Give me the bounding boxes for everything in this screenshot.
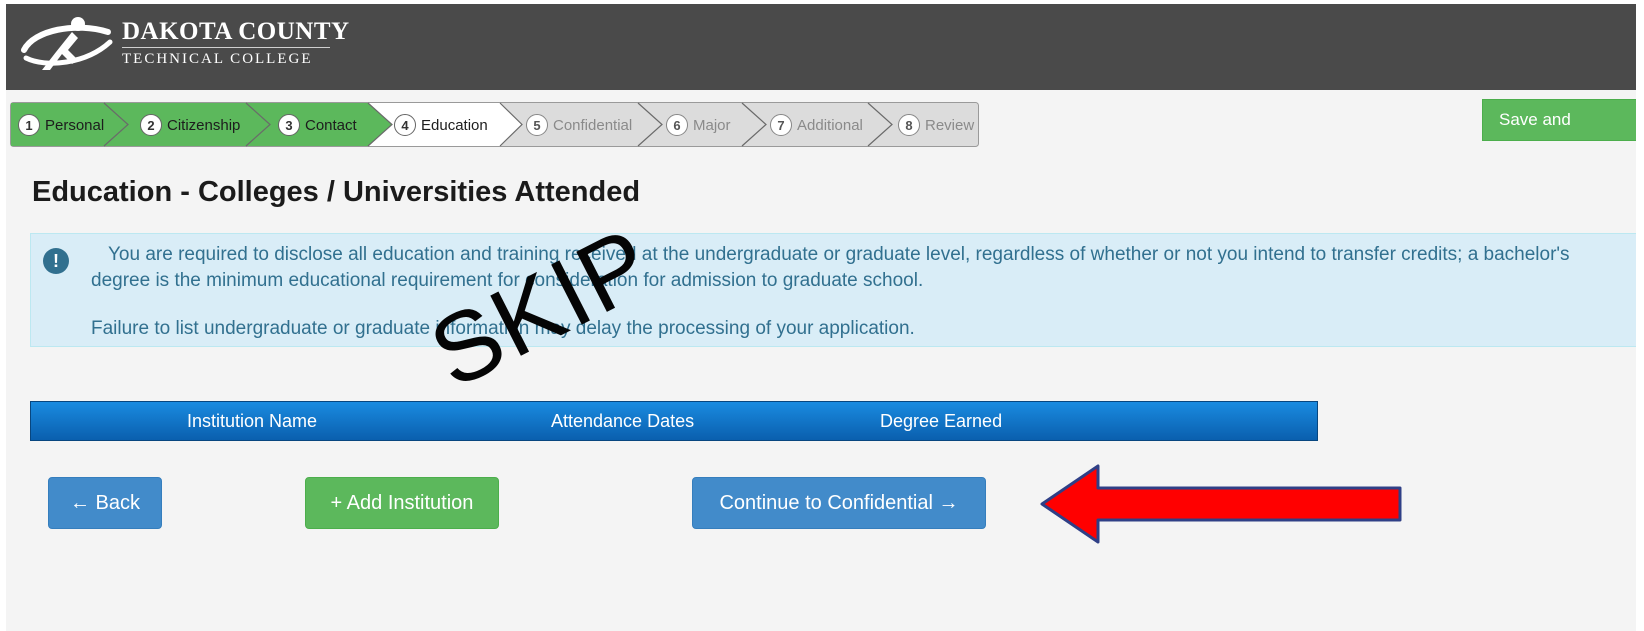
save-and-exit-button[interactable]: Save and <box>1482 99 1636 141</box>
step-label: Review <box>925 116 975 134</box>
step-contact[interactable]: 3 Contact <box>278 102 357 148</box>
red-arrow-annotation-icon <box>1040 464 1402 544</box>
exclamation-circle-icon: ! <box>43 248 69 274</box>
step-label: Additional <box>797 116 863 134</box>
site-header: DAKOTA COUNTY TECHNICAL COLLEGE <box>6 4 1636 90</box>
step-citizenship[interactable]: 2 Citizenship <box>140 102 240 148</box>
step-number: 8 <box>898 114 920 136</box>
step-number: 7 <box>770 114 792 136</box>
step-label: Major <box>693 116 731 134</box>
step-number: 4 <box>394 114 416 136</box>
step-review[interactable]: 8 Review <box>898 102 974 148</box>
add-institution-button[interactable]: + Add Institution <box>305 477 499 529</box>
logo-line-1: DAKOTA COUNTY <box>122 18 350 45</box>
column-degree-earned: Degree Earned <box>880 411 1003 431</box>
step-label: Contact <box>305 116 357 134</box>
step-personal[interactable]: 1 Personal <box>18 102 104 148</box>
step-number: 6 <box>666 114 688 136</box>
column-institution-name: Institution Name <box>187 411 318 431</box>
step-number: 5 <box>526 114 548 136</box>
step-additional[interactable]: 7 Additional <box>770 102 863 148</box>
info-alert: ! You are required to disclose all educa… <box>30 233 1636 347</box>
page-title: Education - Colleges / Universities Atte… <box>32 176 641 208</box>
logo-line-2: TECHNICAL COLLEGE <box>122 51 313 67</box>
step-label: Confidential <box>553 116 633 134</box>
application-page: DAKOTA COUNTY TECHNICAL COLLEGE 1 Person… <box>6 4 1636 631</box>
step-number: 3 <box>278 114 300 136</box>
step-confidential[interactable]: 5 Confidential <box>526 102 632 148</box>
application-stepper: 1 Personal 2 Citizenship 3 Contact 4 Edu… <box>10 102 1030 148</box>
step-major[interactable]: 6 Major <box>666 102 731 148</box>
institutions-table-header: Institution Name Attendance Dates Degree… <box>30 401 1318 441</box>
step-number: 2 <box>140 114 162 136</box>
step-education[interactable]: 4 Education <box>394 102 488 148</box>
logo-divider <box>122 47 330 48</box>
step-label: Personal <box>45 116 105 134</box>
step-label: Education <box>421 116 488 134</box>
college-name: DAKOTA COUNTY TECHNICAL COLLEGE <box>122 18 350 68</box>
alert-text-primary: You are required to disclose all educati… <box>91 244 1570 291</box>
step-label: Citizenship <box>167 116 241 134</box>
back-button[interactable]: ← Back <box>48 477 162 529</box>
college-logo-icon <box>21 17 113 70</box>
step-number: 1 <box>18 114 40 136</box>
alert-text-secondary: Failure to list undergraduate or graduat… <box>91 318 915 339</box>
continue-to-confidential-button[interactable]: Continue to Confidential → <box>692 477 986 529</box>
column-attendance-dates: Attendance Dates <box>551 411 695 431</box>
